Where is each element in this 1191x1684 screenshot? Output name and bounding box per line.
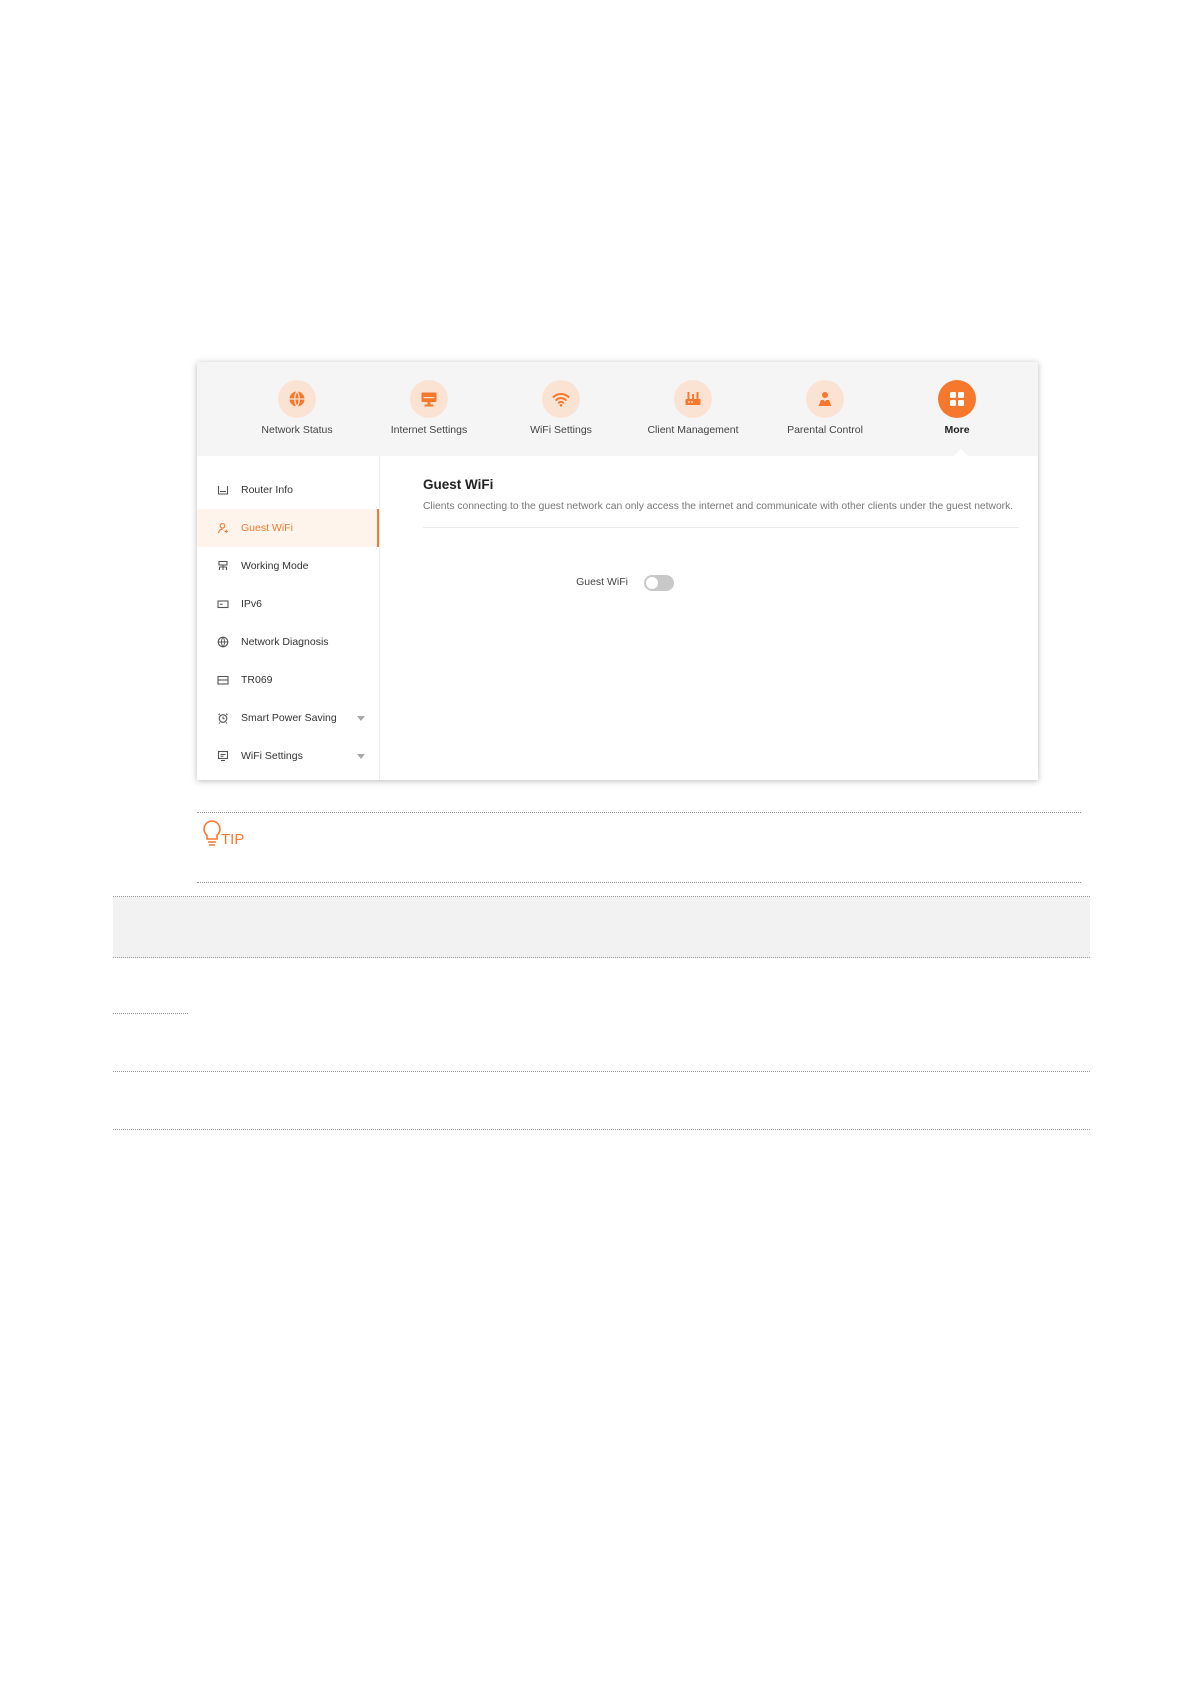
sidebar-item-working-mode[interactable]: Working Mode [197,547,379,585]
nav-network-status[interactable]: Network Status [231,380,363,436]
page-title: Guest WiFi [423,477,494,492]
wifi-icon [542,380,580,418]
globe-icon [217,636,229,648]
sidebar-item-label: IPv6 [241,598,263,610]
sidebar-item-label: Router Info [241,484,293,496]
sidebar-item-tr069[interactable]: TR069 [197,661,379,699]
sidebar-item-label: Guest WiFi [241,522,293,534]
tr069-icon [217,674,229,686]
nav-more[interactable]: More [891,380,1023,436]
sidebar-item-wifi-settings[interactable]: WiFi Settings [197,737,379,775]
monitor-icon [410,380,448,418]
sidebar-item-label: Network Diagnosis [241,636,329,648]
sidebar-item-label: WiFi Settings [241,750,303,762]
chevron-down-icon[interactable] [357,716,365,721]
divider [423,527,1019,528]
ipv6-icon [217,598,229,610]
nav-client-management[interactable]: Client Management [627,380,759,436]
table-header-band [113,896,1090,958]
nav-label: WiFi Settings [530,424,592,436]
divider [113,1071,1090,1072]
nav-label: More [944,424,970,436]
sidebar-item-label: TR069 [241,674,273,686]
nav-label: Network Status [261,424,333,436]
chevron-down-icon[interactable] [357,754,365,759]
guest-wifi-toggle[interactable] [644,575,674,591]
tip-box: TIP [197,812,1081,883]
guest-wifi-content: Guest WiFi Clients connecting to the gue… [423,477,1019,591]
router-info-icon [217,484,229,496]
sidebar-item-label: Smart Power Saving [241,712,337,724]
sidebar-item-ipv6[interactable]: IPv6 [197,585,379,623]
tip-label: TIP [221,831,245,848]
top-navigation: Network Status Internet Settings WiFi Se… [197,362,1038,456]
guest-wifi-label: Guest WiFi [576,576,628,588]
nav-wifi-settings[interactable]: WiFi Settings [495,380,627,436]
nav-label: Internet Settings [390,424,468,436]
parental-icon [806,380,844,418]
page-description: Clients connecting to the guest network … [423,501,1014,512]
router-ui-panel: Network Status Internet Settings WiFi Se… [197,362,1038,780]
sidebar-item-network-diagnosis[interactable]: Network Diagnosis [197,623,379,661]
sidebar-item-router-info[interactable]: Router Info [197,471,379,509]
grid-icon [938,380,976,418]
sidebar-item-smart-power-saving[interactable]: Smart Power Saving [197,699,379,737]
nav-label: Client Management [647,424,739,436]
toggle-knob [646,577,658,589]
nav-parental-control[interactable]: Parental Control [759,380,891,436]
active-nav-pointer [954,449,968,456]
nav-internet-settings[interactable]: Internet Settings [363,380,495,436]
wifi-settings-icon [217,750,229,762]
sidebar: Router Info Guest WiFi Working Mode IPv6 [197,456,380,780]
guest-wifi-setting-row: Guest WiFi [423,573,1019,593]
router-icon [674,380,712,418]
globe-icon [278,380,316,418]
working-mode-icon [217,560,229,572]
divider [113,1013,188,1014]
guest-user-icon [217,522,229,534]
alarm-clock-icon [217,712,229,724]
nav-label: Parental Control [787,424,863,436]
divider [113,1129,1090,1130]
sidebar-item-guest-wifi[interactable]: Guest WiFi [197,509,379,547]
sidebar-item-label: Working Mode [241,560,309,572]
